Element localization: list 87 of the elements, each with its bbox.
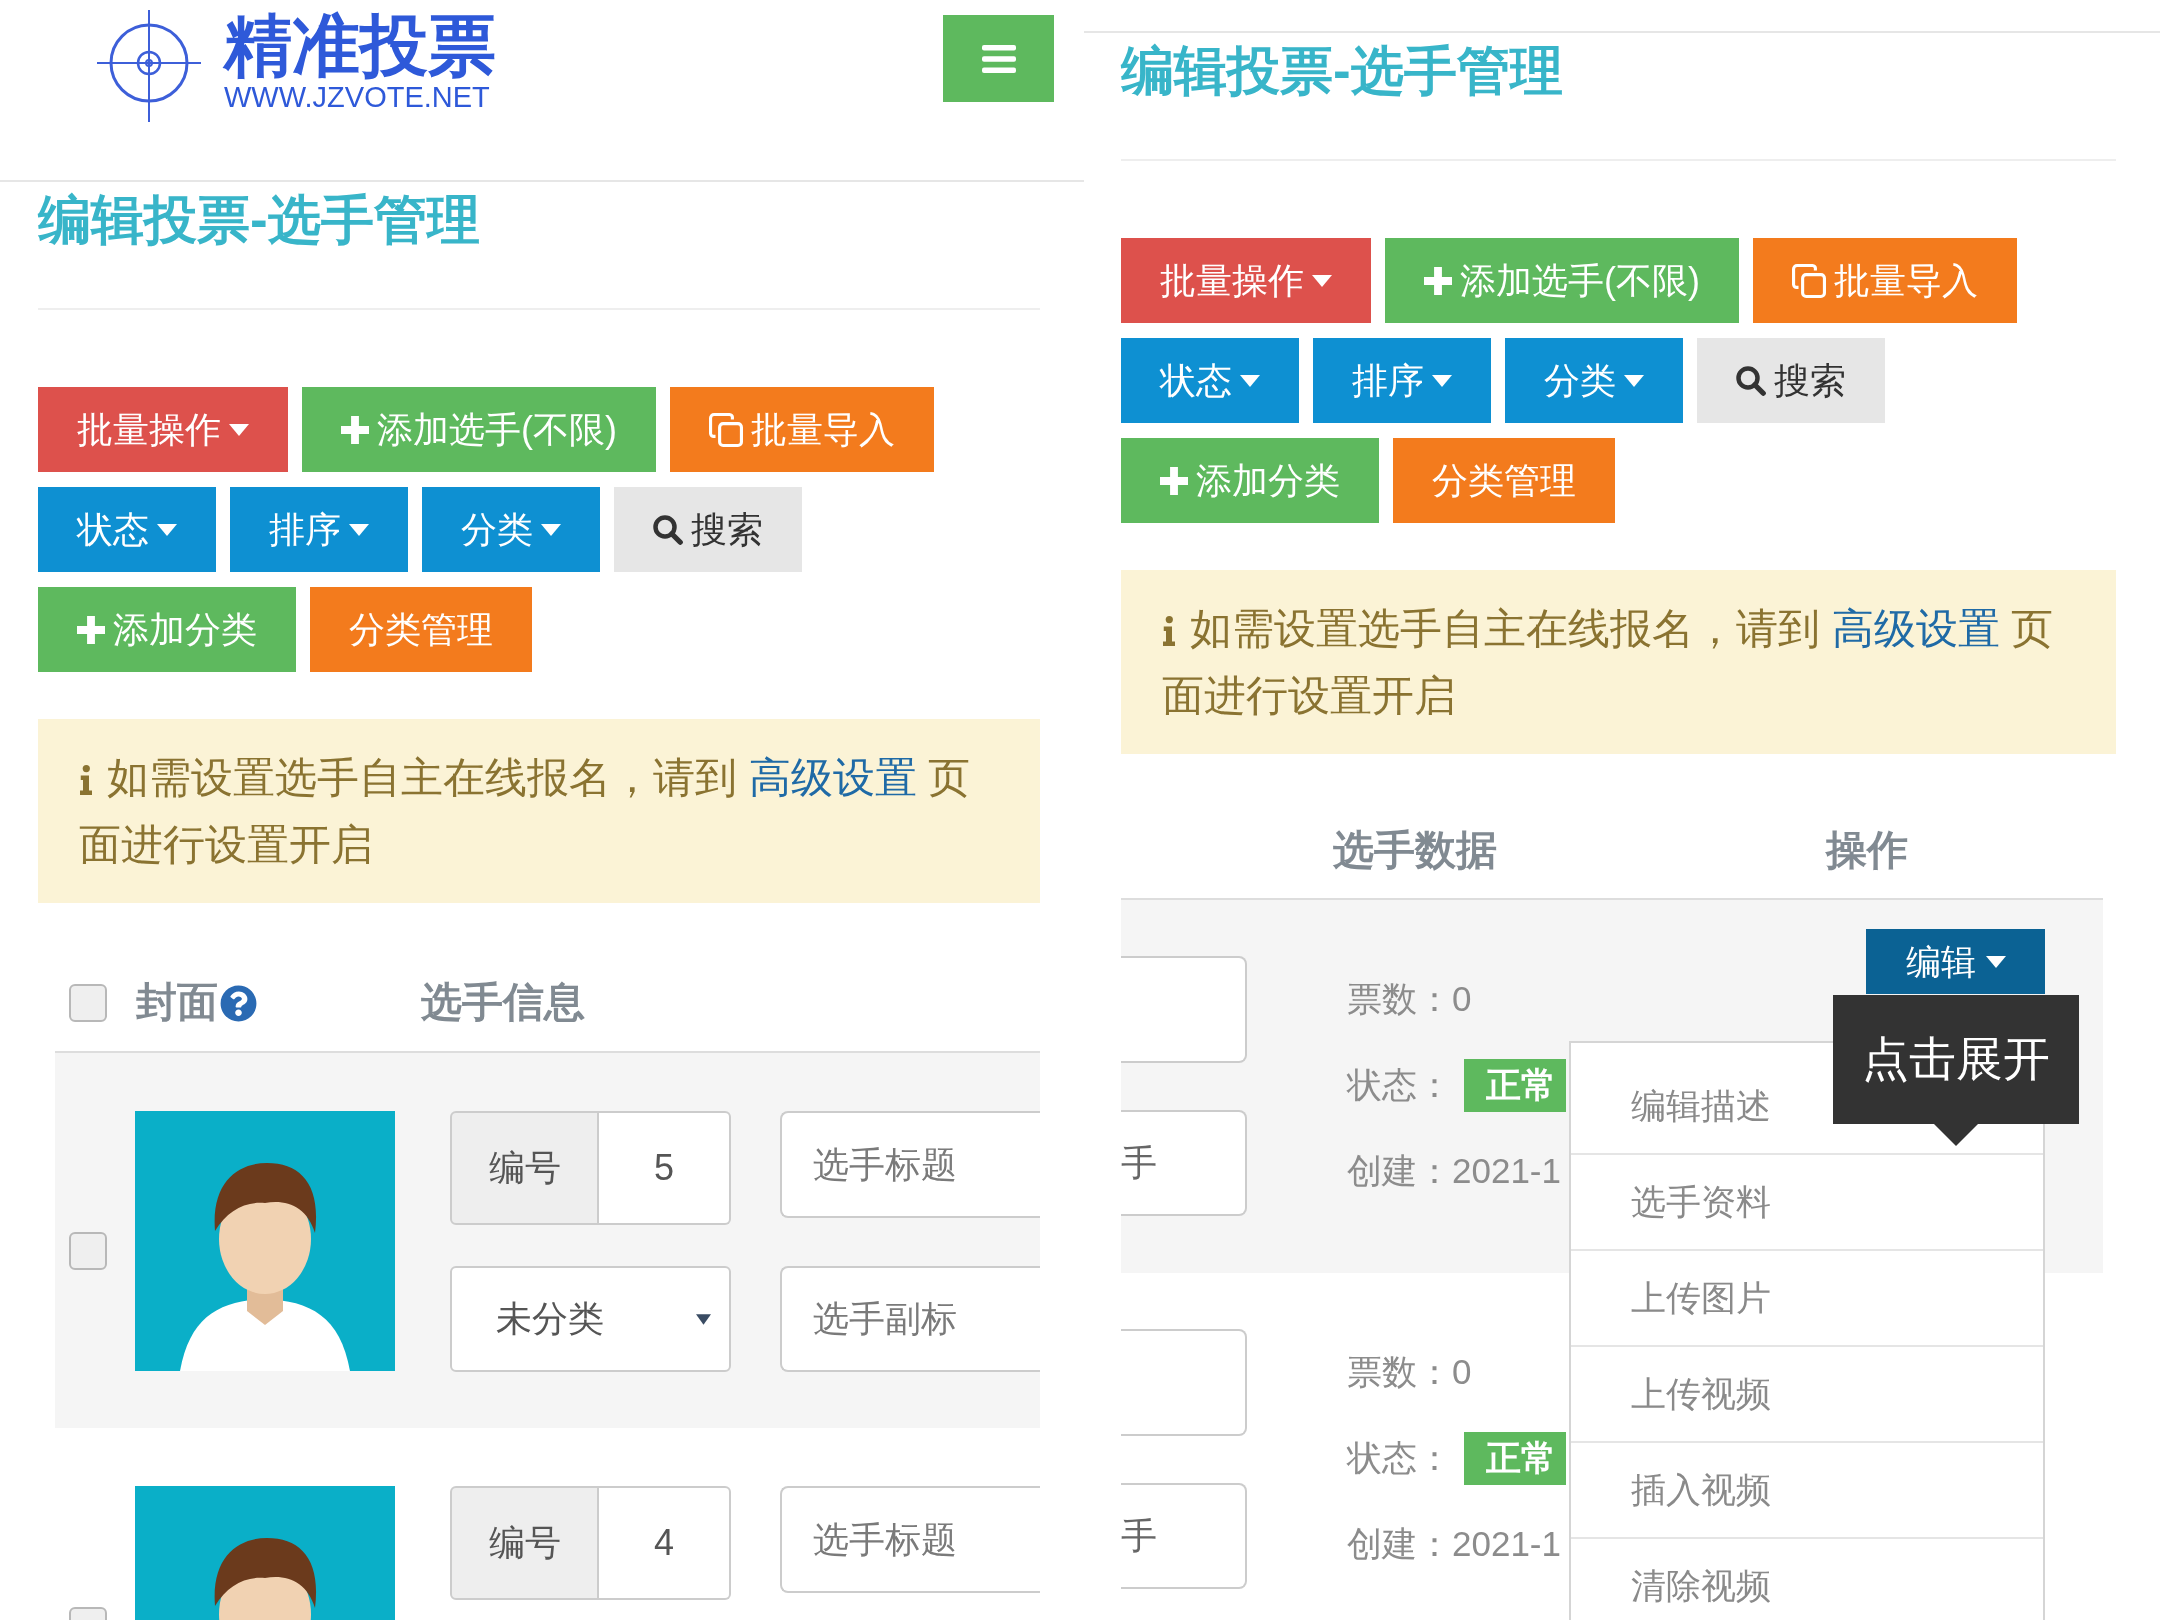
menu-item[interactable]: 选手资料 — [1571, 1155, 2043, 1251]
plus-icon — [341, 415, 369, 444]
caret-down-icon — [541, 523, 561, 536]
plus-icon — [77, 615, 105, 644]
votes-value: 0 — [1452, 977, 1472, 1020]
column-header: 操作 — [1826, 825, 1908, 875]
dropdown-button[interactable]: 批量操作 — [38, 387, 288, 472]
number-label: 编号 — [450, 1486, 599, 1600]
dropdown-button[interactable]: 分类 — [422, 487, 600, 572]
text-field[interactable] — [1121, 1329, 1247, 1436]
caret-down-icon — [349, 523, 369, 536]
plus-icon — [1160, 466, 1188, 495]
votes-label: 票数： — [1347, 1350, 1452, 1393]
created-date: 2021-1 — [1452, 1149, 1561, 1192]
menu-item[interactable]: 上传图片 — [1571, 1251, 2043, 1347]
menu-item[interactable]: 上传视频 — [1571, 1347, 2043, 1443]
caret-down-icon — [1624, 374, 1644, 387]
menu-button[interactable] — [943, 15, 1054, 102]
number-label: 编号 — [450, 1111, 599, 1225]
search-button[interactable]: 搜索 — [614, 487, 802, 572]
copy-icon — [1792, 263, 1826, 298]
search-button[interactable]: 搜索 — [1697, 338, 1885, 423]
caret-down-icon — [1240, 374, 1260, 387]
crosshair-icon — [97, 10, 201, 122]
column-header: 封面 — [136, 978, 218, 1028]
row-checkbox[interactable] — [69, 1232, 107, 1270]
created-label: 创建： — [1347, 1522, 1452, 1565]
created-date: 2021-1 — [1452, 1522, 1561, 1565]
toolbar-button[interactable]: 分类管理 — [1393, 438, 1615, 523]
notice-text: 如需设置选手自主在线报名，请到 高级设置 页面进行设置开启 — [1162, 604, 2055, 721]
select-all-checkbox[interactable] — [69, 984, 107, 1022]
text-field[interactable]: 手 — [1121, 1110, 1247, 1216]
dropdown-button[interactable]: 批量操作 — [1121, 238, 1371, 323]
number-field[interactable]: 4 — [599, 1486, 731, 1600]
caret-down-icon — [157, 523, 177, 536]
subtitle-field[interactable]: 选手副标 — [780, 1266, 1040, 1372]
title-field[interactable]: 选手标题 — [780, 1486, 1040, 1593]
status-badge: 正常 — [1464, 1058, 1566, 1112]
dropdown-button[interactable]: 状态 — [1121, 338, 1299, 423]
add-button[interactable]: 添加分类 — [38, 587, 296, 672]
votes-value: 0 — [1452, 1350, 1472, 1393]
toolbar-button[interactable]: 分类管理 — [310, 587, 532, 672]
text-field[interactable]: 手 — [1121, 1483, 1247, 1589]
page-title: 编辑投票-选手管理 — [38, 189, 480, 251]
column-header: 选手信息 — [421, 978, 585, 1028]
category-select[interactable]: 未分类 — [450, 1266, 731, 1372]
status-badge: 正常 — [1464, 1431, 1566, 1485]
info-icon — [1162, 616, 1176, 646]
text-field[interactable] — [1121, 956, 1247, 1063]
title-field[interactable]: 选手标题 — [780, 1111, 1040, 1218]
logo-url: WWW.JZVOTE.NET — [224, 83, 490, 112]
status-label: 状态： — [1347, 1436, 1452, 1479]
search-icon — [1736, 365, 1766, 396]
import-button[interactable]: 批量导入 — [670, 387, 934, 472]
copy-icon — [709, 412, 743, 447]
caret-down-icon — [1985, 955, 2006, 968]
edit-button[interactable]: 编辑 — [1866, 929, 2045, 994]
add-button[interactable]: 添加选手(不限) — [302, 387, 656, 472]
info-icon — [79, 765, 93, 795]
search-icon — [653, 514, 683, 545]
dropdown-button[interactable]: 排序 — [1313, 338, 1491, 423]
caret-down-icon — [1432, 374, 1452, 387]
notice-link[interactable]: 高级设置 — [748, 754, 917, 801]
logo-title: 精准投票 — [224, 11, 496, 79]
dropdown-button[interactable]: 排序 — [230, 487, 408, 572]
number-field[interactable]: 5 — [599, 1111, 731, 1225]
caret-down-icon — [1312, 274, 1332, 287]
help-icon — [220, 984, 257, 1022]
dropdown-button[interactable]: 分类 — [1505, 338, 1683, 423]
votes-label: 票数： — [1347, 977, 1452, 1020]
status-label: 状态： — [1347, 1063, 1452, 1106]
caret-down-icon — [696, 1313, 711, 1325]
add-button[interactable]: 添加选手(不限) — [1385, 238, 1739, 323]
menu-icon — [981, 44, 1016, 73]
plus-icon — [1424, 266, 1452, 295]
column-header: 选手数据 — [1333, 825, 1497, 875]
caret-down-icon — [229, 423, 249, 436]
page-title: 编辑投票-选手管理 — [1121, 40, 1563, 102]
dropdown-button[interactable]: 状态 — [38, 487, 216, 572]
tooltip: 点击展开 — [1832, 995, 2079, 1146]
created-label: 创建： — [1347, 1149, 1452, 1192]
notice-link[interactable]: 高级设置 — [1831, 605, 2000, 652]
menu-item[interactable]: 插入视频 — [1571, 1443, 2043, 1539]
menu-item[interactable]: 清除视频 — [1571, 1539, 2043, 1620]
notice-text: 如需设置选手自主在线报名，请到 高级设置 页面进行设置开启 — [79, 753, 972, 870]
add-button[interactable]: 添加分类 — [1121, 438, 1379, 523]
import-button[interactable]: 批量导入 — [1753, 238, 2017, 323]
